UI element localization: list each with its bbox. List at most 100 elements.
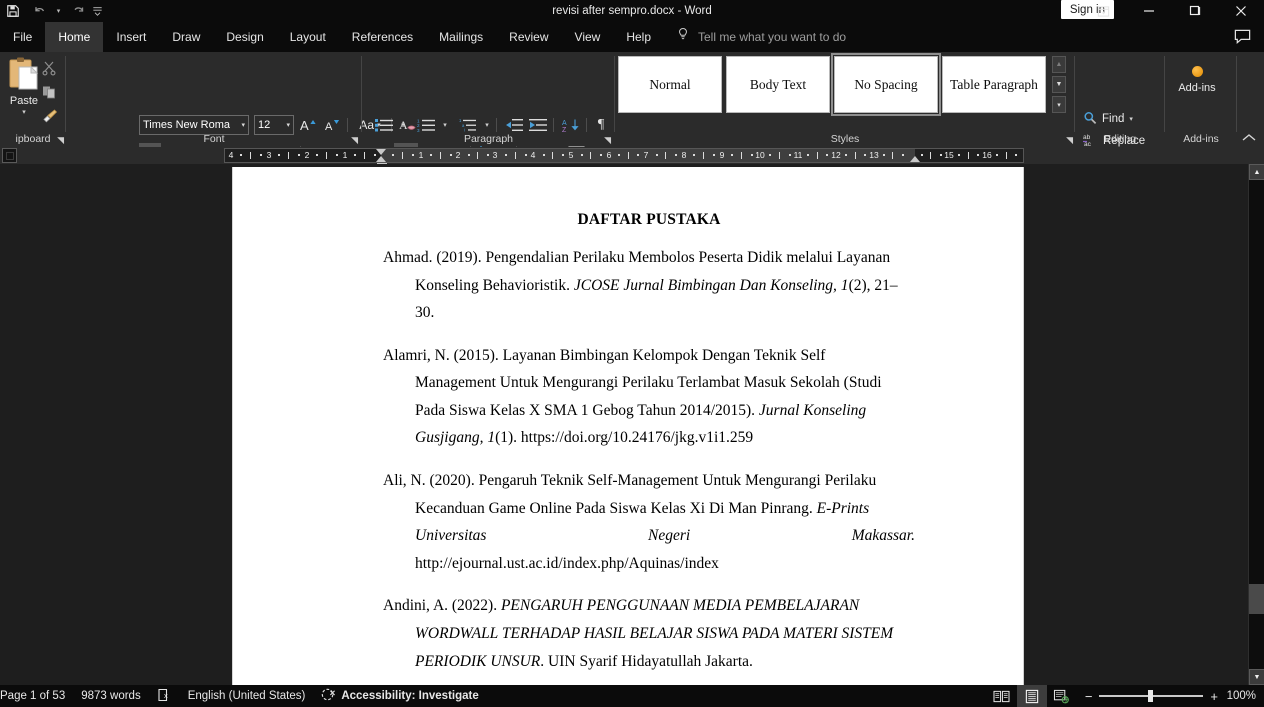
- tab-stop-selector[interactable]: [2, 148, 17, 163]
- horizontal-ruler[interactable]: 4 3 2 1 1 2 3 4 5 6 7 8 9 10 11 12 13 15…: [224, 148, 1024, 163]
- style-table-paragraph[interactable]: Table Paragraph: [942, 56, 1046, 113]
- tab-draw[interactable]: Draw: [159, 22, 213, 52]
- bullets-caret-icon[interactable]: ▾: [396, 115, 410, 135]
- proofing-errors-button[interactable]: x: [149, 685, 180, 707]
- word-count-status[interactable]: 9873 words: [73, 685, 148, 707]
- sort-button[interactable]: AZ: [559, 115, 583, 135]
- styles-scroll-up-button[interactable]: ▲: [1052, 56, 1066, 73]
- hanging-indent-marker[interactable]: [376, 156, 386, 162]
- ruler-band: 4 3 2 1 1 2 3 4 5 6 7 8 9 10 11 12 13 15…: [0, 147, 1264, 164]
- print-layout-button[interactable]: [1017, 685, 1047, 707]
- styles-dialog-launcher[interactable]: ◥: [1066, 135, 1073, 146]
- clipboard-dialog-launcher[interactable]: ◥: [57, 135, 64, 146]
- language-status[interactable]: English (United States): [180, 685, 314, 707]
- bullets-button[interactable]: [372, 115, 396, 135]
- zoom-control[interactable]: − +: [1077, 690, 1226, 703]
- document-body[interactable]: DAFTAR PUSTAKA Ahmad. (2019). Pengendali…: [383, 211, 915, 675]
- multilevel-list-icon: 1ai: [459, 118, 477, 132]
- tab-home[interactable]: Home: [45, 22, 103, 52]
- ribbon-group-label-font: Font: [66, 133, 362, 145]
- tab-help[interactable]: Help: [613, 22, 664, 52]
- styles-scroll-down-button[interactable]: ▼: [1052, 76, 1066, 93]
- format-painter-button[interactable]: [34, 104, 64, 128]
- increase-indent-button[interactable]: [526, 115, 550, 135]
- page-number-status[interactable]: Page 1 of 53: [0, 685, 73, 707]
- numbering-caret-icon[interactable]: ▾: [438, 115, 452, 135]
- addins-button[interactable]: Add-ins: [1169, 58, 1225, 94]
- show-formatting-marks-button[interactable]: ¶: [590, 115, 612, 135]
- ruler-tick: 8: [677, 149, 691, 162]
- multilevel-list-button[interactable]: 1ai: [456, 115, 480, 135]
- font-name-combobox[interactable]: Times New Roma ▾: [139, 115, 249, 135]
- find-caret-icon[interactable]: ▾: [1129, 115, 1133, 123]
- font-size-combobox[interactable]: 12 ▾: [254, 115, 294, 135]
- copy-button[interactable]: [34, 80, 64, 104]
- reference-line: Kecanduan Game Online Pada Siswa Kelas X…: [383, 495, 915, 523]
- paragraph-dialog-launcher[interactable]: ◥: [604, 135, 611, 146]
- first-line-indent-marker[interactable]: [376, 149, 386, 155]
- reference-line: Konseling Behavioristik. JCOSE Jurnal Bi…: [383, 272, 915, 300]
- tab-design[interactable]: Design: [213, 22, 276, 52]
- ruler-tick: 2: [451, 149, 465, 162]
- ruler-tick: 9: [715, 149, 729, 162]
- zoom-slider[interactable]: [1099, 695, 1203, 697]
- comments-icon[interactable]: [1233, 27, 1252, 51]
- right-indent-marker[interactable]: [910, 156, 920, 162]
- read-mode-button[interactable]: [987, 685, 1017, 707]
- title-bar: ▾ revisi after sempro.docx - Word Sign i…: [0, 0, 1264, 22]
- tab-view[interactable]: View: [562, 22, 614, 52]
- tab-file[interactable]: File: [0, 22, 45, 52]
- scrollbar-thumb[interactable]: [1249, 584, 1264, 614]
- find-button[interactable]: Find ▾: [1083, 108, 1133, 130]
- ribbon-group-paragraph: ▾ 123 ▾ 1ai ▾ AZ ¶: [362, 52, 615, 147]
- font-dialog-launcher[interactable]: ◥: [351, 135, 358, 146]
- font-size-caret-icon[interactable]: ▾: [284, 121, 290, 129]
- ruler-tick: 5: [564, 149, 578, 162]
- tab-mailings[interactable]: Mailings: [426, 22, 496, 52]
- reference-line: PERIODIK UNSUR. UIN Syarif Hidayatullah …: [383, 648, 915, 676]
- shrink-font-button[interactable]: A: [322, 115, 344, 135]
- multilevel-list-caret-icon[interactable]: ▾: [480, 115, 494, 135]
- zoom-in-button[interactable]: +: [1210, 690, 1218, 703]
- styles-gallery: Normal Body Text No Spacing Table Paragr…: [618, 56, 1046, 119]
- ribbon-group-addins: Add-ins Add-ins: [1165, 52, 1237, 147]
- accessibility-label: Accessibility: Investigate: [341, 690, 478, 702]
- tab-references[interactable]: References: [339, 22, 426, 52]
- reference-line: Gusjigang, 1(1). https://doi.org/10.2417…: [383, 424, 915, 452]
- cut-button[interactable]: [34, 56, 64, 80]
- scroll-down-button[interactable]: ▼: [1249, 669, 1264, 685]
- status-bar-right: − + 100%: [987, 685, 1264, 707]
- style-body-text[interactable]: Body Text: [726, 56, 830, 113]
- ruler-tick: 2: [300, 149, 314, 162]
- zoom-out-button[interactable]: −: [1085, 690, 1093, 703]
- reference-line: WORDWALL TERHADAP HASIL BELAJAR SISWA PA…: [383, 620, 915, 648]
- styles-more-button[interactable]: ▾: [1052, 96, 1066, 113]
- scroll-up-button[interactable]: ▲: [1249, 164, 1264, 180]
- ruler-tick: 16: [980, 149, 994, 162]
- document-page[interactable]: DAFTAR PUSTAKA Ahmad. (2019). Pengendali…: [232, 167, 1024, 685]
- accessibility-status[interactable]: Accessibility: Investigate: [313, 685, 486, 707]
- close-button[interactable]: [1218, 0, 1264, 22]
- zoom-slider-thumb[interactable]: [1148, 690, 1153, 702]
- style-no-spacing[interactable]: No Spacing: [834, 56, 938, 113]
- increase-indent-icon: [529, 118, 547, 132]
- ruler-tick: 1: [338, 149, 352, 162]
- minimize-button[interactable]: [1126, 0, 1172, 22]
- vertical-scrollbar[interactable]: ▲ ▼: [1248, 164, 1264, 685]
- tab-insert[interactable]: Insert: [103, 22, 159, 52]
- font-name-caret-icon[interactable]: ▾: [239, 121, 245, 129]
- tab-layout[interactable]: Layout: [277, 22, 339, 52]
- zoom-level-label[interactable]: 100%: [1226, 690, 1264, 702]
- web-layout-button[interactable]: [1047, 685, 1077, 707]
- paste-dropdown-caret-icon[interactable]: ▾: [22, 108, 26, 116]
- numbering-button[interactable]: 123: [414, 115, 438, 135]
- tell-me-search[interactable]: Tell me what you want to do: [676, 22, 846, 52]
- document-area[interactable]: DAFTAR PUSTAKA Ahmad. (2019). Pengendali…: [0, 164, 1248, 685]
- collapse-ribbon-button[interactable]: [1242, 133, 1256, 146]
- ribbon-display-options-button[interactable]: [1080, 0, 1126, 22]
- decrease-indent-button[interactable]: [502, 115, 526, 135]
- style-normal[interactable]: Normal: [618, 56, 722, 113]
- tab-review[interactable]: Review: [496, 22, 561, 52]
- maximize-button[interactable]: [1172, 0, 1218, 22]
- grow-font-button[interactable]: A: [298, 115, 320, 135]
